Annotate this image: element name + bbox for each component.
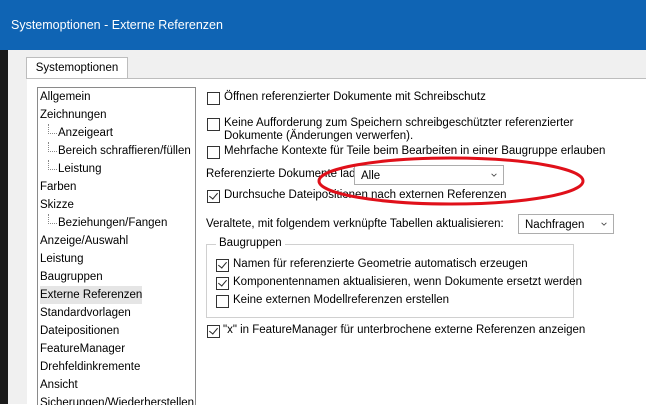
tab-systemoptionen[interactable]: Systemoptionen <box>26 57 128 79</box>
tree-item-externe-referenzen[interactable]: Externe Referenzen <box>40 286 143 304</box>
no-prompt-save-label-line1: Keine Aufforderung zum Speichern schreib… <box>224 117 574 129</box>
tree-item-drehfeldinkremente[interactable]: Drehfeldinkremente <box>40 358 140 376</box>
chevron-down-icon <box>601 222 607 226</box>
chevron-down-icon <box>491 173 497 177</box>
tree-item-skizze[interactable]: Skizze <box>40 196 74 214</box>
search-positions-checkbox[interactable] <box>207 190 220 203</box>
load-referenced-dropdown[interactable]: Alle <box>354 165 504 185</box>
window-title: Systemoptionen - Externe Referenzen <box>11 18 223 32</box>
update-component-names-label: Komponentennamen aktualisieren, wenn Dok… <box>233 276 583 288</box>
tree-item-farben[interactable]: Farben <box>40 178 76 196</box>
auto-names-label: Namen für referenzierte Geometrie automa… <box>233 258 528 270</box>
options-tree[interactable]: Allgemein Zeichnungen Anzeigeart Bereich… <box>37 87 196 405</box>
tree-item-featuremanager[interactable]: FeatureManager <box>40 340 125 358</box>
update-tables-label: Veraltete, mit folgendem verknüpfte Tabe… <box>206 218 504 230</box>
tree-item-anzeige-auswahl[interactable]: Anzeige/Auswahl <box>40 232 128 250</box>
title-bar: Systemoptionen - Externe Referenzen <box>0 0 646 50</box>
tree-item-beziehungen-fangen[interactable]: Beziehungen/Fangen <box>47 214 167 232</box>
open-readonly-label: Öffnen referenzierter Dokumente mit Schr… <box>224 91 486 103</box>
tree-item-baugruppen[interactable]: Baugruppen <box>40 268 103 286</box>
tree-item-dateipositionen[interactable]: Dateipositionen <box>40 322 119 340</box>
tree-item-zeichnungen[interactable]: Zeichnungen <box>40 106 107 124</box>
no-external-model-checkbox[interactable] <box>216 295 229 308</box>
tree-item-allgemein[interactable]: Allgemein <box>40 88 91 106</box>
no-prompt-save-checkbox[interactable] <box>207 118 220 131</box>
baugruppen-group-title: Baugruppen <box>216 237 285 249</box>
update-tables-dropdown[interactable]: Nachfragen <box>518 214 614 234</box>
show-x-checkbox[interactable] <box>207 325 220 338</box>
tree-item-anzeigeart[interactable]: Anzeigeart <box>48 124 113 142</box>
update-tables-value: Nachfragen <box>525 219 585 231</box>
tree-item-leistung[interactable]: Leistung <box>40 250 83 268</box>
search-positions-label: Durchsuche Dateipositionen nach externen… <box>224 189 507 201</box>
update-component-names-checkbox[interactable] <box>216 277 229 290</box>
open-readonly-checkbox[interactable] <box>207 92 220 105</box>
multi-context-checkbox[interactable] <box>207 146 220 159</box>
auto-names-checkbox[interactable] <box>216 259 229 272</box>
no-external-model-label: Keine externen Modellreferenzen erstelle… <box>233 294 450 306</box>
tree-item-leistung-zeichnungen[interactable]: Leistung <box>47 160 101 178</box>
multi-context-label: Mehrfache Kontexte für Teile beim Bearbe… <box>224 145 606 157</box>
tree-item-bereich-schraffieren[interactable]: Bereich schraffieren/füllen <box>48 142 191 160</box>
load-referenced-label: Referenzierte Dokumente laden: <box>206 168 372 180</box>
show-x-label: "x" in FeatureManager für unterbrochene … <box>223 324 586 336</box>
tree-item-sicherungen[interactable]: Sicherungen/Wiederherstellen <box>40 394 194 405</box>
tree-item-ansicht[interactable]: Ansicht <box>40 376 78 394</box>
tree-item-standardvorlagen[interactable]: Standardvorlagen <box>40 304 131 322</box>
background-edge <box>0 50 8 404</box>
load-referenced-value: Alle <box>361 170 381 182</box>
no-prompt-save-label-line2: Dokumente (Änderungen verwerfen). <box>224 130 414 142</box>
